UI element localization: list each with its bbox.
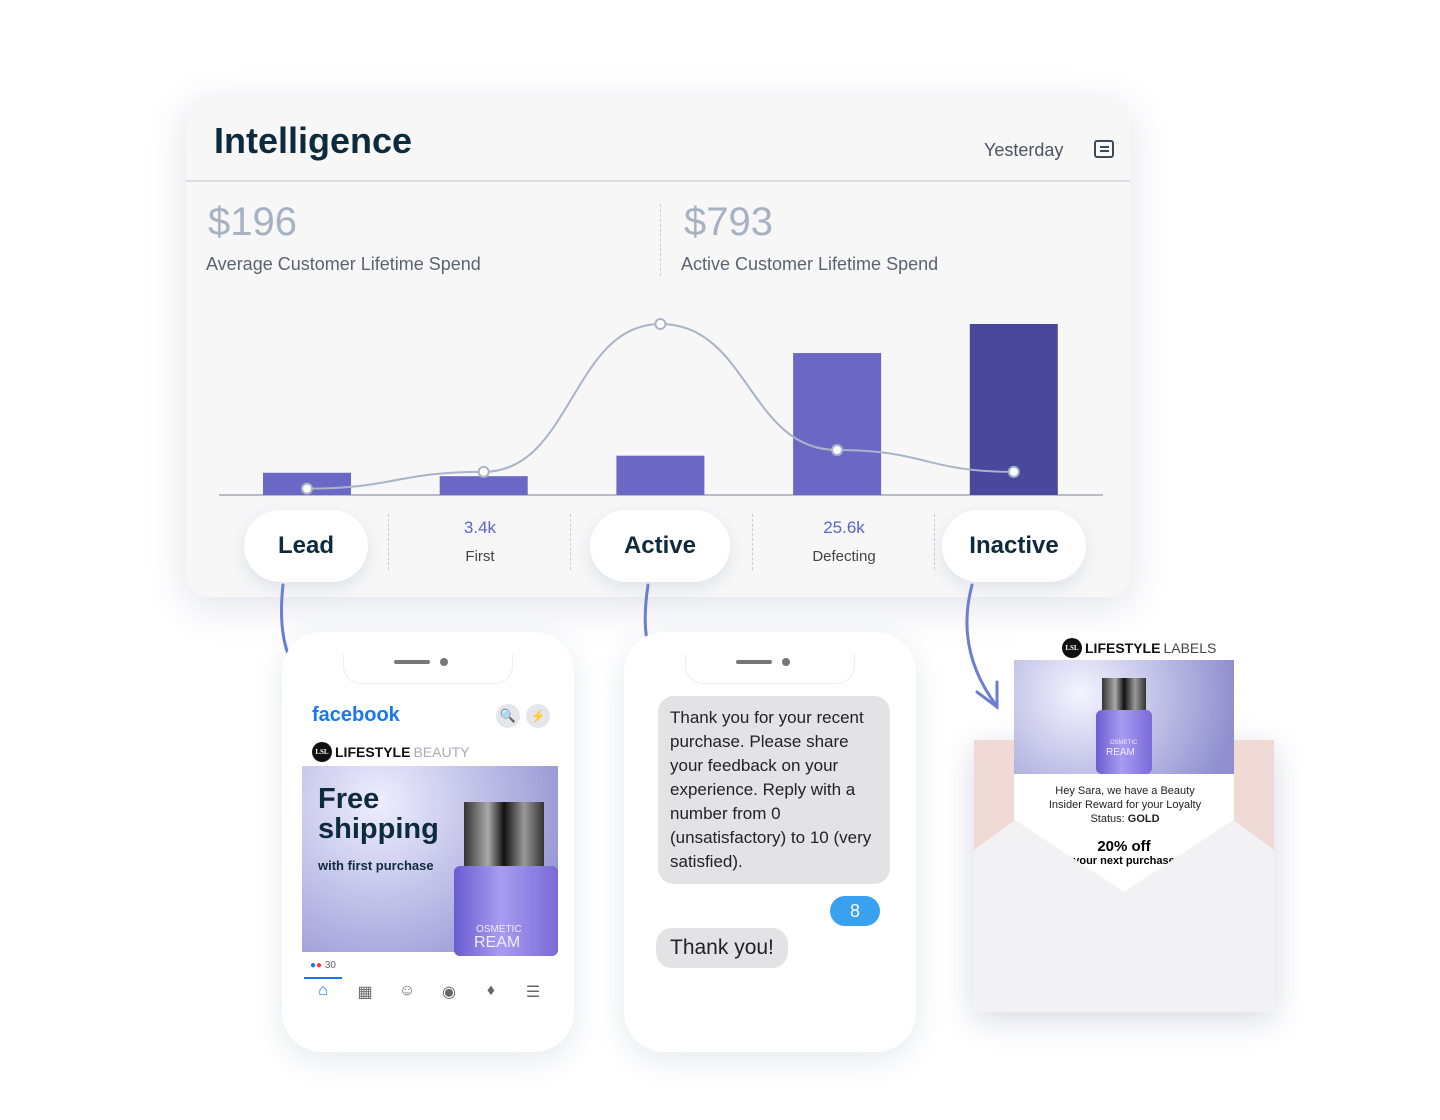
bottle-cap (1102, 678, 1146, 712)
brand-logo: LSL LIFESTYLE LABELS (1062, 638, 1216, 658)
marketplace-icon[interactable]: ▦ (344, 982, 386, 1002)
ad-subtext: with first purchase (318, 858, 434, 873)
incoming-message: Thank you for your recent purchase. Plea… (658, 696, 890, 884)
camera (440, 658, 448, 666)
menu-icon[interactable]: ☰ (512, 982, 554, 1002)
phone-notch (685, 654, 855, 684)
ad-image[interactable]: Free shipping with first purchase OSMETIC… (302, 766, 558, 956)
arrow-inactive (965, 583, 998, 707)
bottom-nav: ⌂ ▦ ☺ ◉ ♦ ☰ (302, 982, 554, 1002)
bell-icon[interactable]: ♦ (470, 982, 512, 1002)
bottle-cap (464, 802, 544, 868)
brand-mark: LSL (1062, 638, 1082, 658)
brand-sub: LABELS (1163, 640, 1217, 656)
facebook-logo: facebook (312, 704, 400, 726)
arrow-head (975, 680, 999, 710)
ad-headline: Free shipping (318, 783, 439, 845)
brand-name: LIFESTYLE (335, 744, 411, 760)
phone-notch (343, 654, 513, 684)
active-tab-indicator (304, 977, 342, 979)
product-bottle: OSMETIC REAM (454, 866, 558, 956)
sms-phone: Thank you for your recent purchase. Plea… (624, 632, 916, 1052)
speaker (736, 660, 772, 664)
brand-name: LIFESTYLE (1085, 640, 1161, 656)
reply-message: 8 (830, 896, 880, 926)
profile-icon[interactable]: ☺ (386, 982, 428, 1002)
email-body: Hey Sara, we have a Beauty Insider Rewar… (1048, 785, 1202, 825)
messenger-icon[interactable]: ⚡ (526, 704, 550, 728)
brand-mark: LSL (312, 742, 332, 762)
product-bottle: OSMETIC REAM (1096, 710, 1152, 774)
reactions[interactable]: ●● 30 (310, 960, 336, 971)
speaker (394, 660, 430, 664)
facebook-phone: facebook 🔍 ⚡ LSL LIFESTYLE BEAUTY Free ship… (282, 632, 574, 1052)
search-icon[interactable]: 🔍 (496, 704, 520, 728)
camera (782, 658, 790, 666)
home-icon[interactable]: ⌂ (302, 982, 344, 1002)
brand-sub: BEAUTY (413, 744, 470, 760)
groups-icon[interactable]: ◉ (428, 982, 470, 1002)
brand-logo: LSL LIFESTYLE BEAUTY (312, 742, 469, 762)
thanks-message: Thank you! (656, 928, 788, 968)
email-image: OSMETIC REAM (1014, 660, 1234, 774)
love-icon: ● (316, 960, 323, 971)
